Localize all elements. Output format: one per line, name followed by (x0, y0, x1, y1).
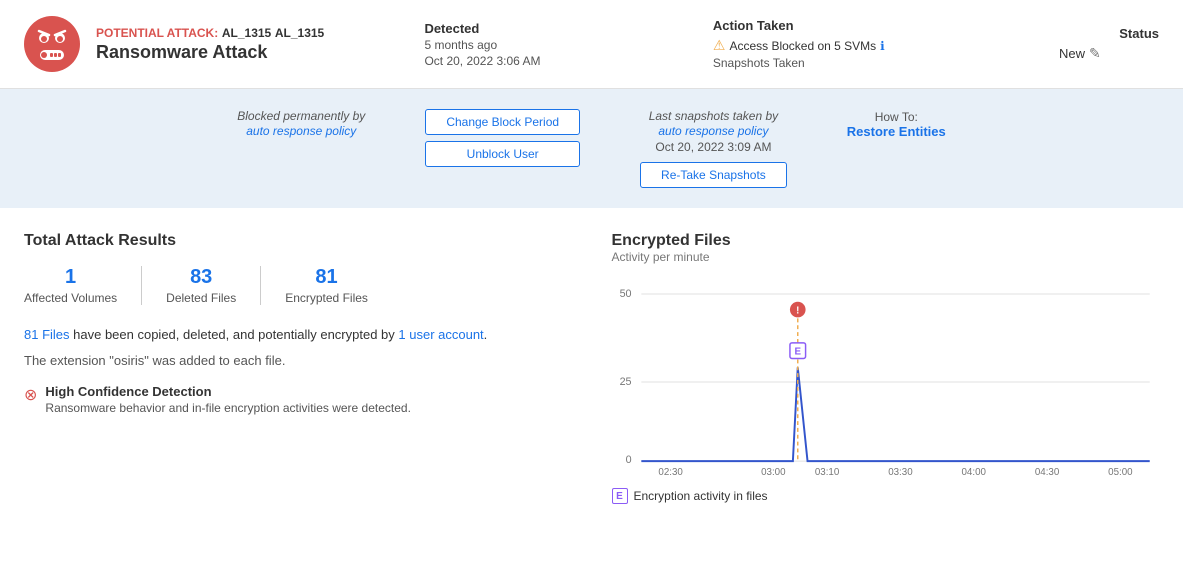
deleted-files-count: 83 (166, 266, 236, 289)
left-panel: Total Attack Results 1 Affected Volumes … (24, 232, 572, 504)
edit-icon[interactable]: ✎ (1089, 45, 1101, 62)
info-icon: ℹ (880, 39, 885, 53)
page-header: POTENTIAL ATTACK: AL_1315 AL_1315 Ransom… (0, 0, 1183, 89)
affected-volumes-stat: 1 Affected Volumes (24, 266, 142, 305)
blue-band: Blocked permanently by auto response pol… (0, 89, 1183, 208)
detected-label: Detected (424, 21, 712, 36)
confidence-content: High Confidence Detection Ransomware beh… (45, 384, 411, 415)
action-blocked: Access Blocked on 5 SVMs (729, 39, 876, 53)
affected-volumes-count: 1 (24, 266, 117, 289)
attack-logo (24, 16, 80, 72)
svg-text:03:00: 03:00 (761, 467, 786, 478)
svg-text:E: E (794, 347, 801, 358)
description-text: 81 Files have been copied, deleted, and … (24, 325, 572, 345)
extension-text: The extension "osiris" was added to each… (24, 353, 572, 368)
restore-entities-link[interactable]: Restore Entities (847, 124, 946, 139)
encrypted-files-label: Encrypted Files (285, 291, 368, 305)
how-to-label: How To: (875, 110, 918, 124)
potential-attack-label: POTENTIAL ATTACK: AL_1315 AL_1315 (96, 25, 384, 40)
affected-volumes-label: Affected Volumes (24, 291, 117, 305)
status-section: Status New ✎ (1059, 26, 1159, 62)
svg-text:02:30: 02:30 (658, 467, 683, 478)
results-title: Total Attack Results (24, 232, 572, 250)
svg-text:04:00: 04:00 (961, 467, 986, 478)
snapshot-link[interactable]: auto response policy (658, 124, 768, 138)
svg-text:0: 0 (625, 454, 631, 466)
chart-area: 50 25 0 02:30 03:00 03:10 03:30 04:00 04… (612, 280, 1160, 480)
stats-row: 1 Affected Volumes 83 Deleted Files 81 E… (24, 266, 572, 305)
files-link[interactable]: 81 Files (24, 327, 70, 342)
error-icon: ⊗ (24, 385, 37, 405)
detected-section: Detected 5 months ago Oct 20, 2022 3:06 … (384, 21, 712, 68)
attack-name: Ransomware Attack (96, 42, 384, 63)
warning-icon: ⚠ (713, 37, 726, 54)
svg-text:!: ! (796, 306, 799, 317)
auto-response-link[interactable]: auto response policy (246, 124, 356, 138)
legend-e-icon: E (612, 488, 628, 504)
snapshot-section: Last snapshots taken by auto response po… (640, 109, 787, 188)
unblock-user-button[interactable]: Unblock User (425, 141, 580, 167)
blocked-section: Blocked permanently by auto response pol… (237, 109, 365, 138)
potential-label: POTENTIAL ATTACK: (96, 26, 218, 40)
svg-text:03:10: 03:10 (814, 467, 839, 478)
right-panel: Encrypted Files Activity per minute 50 2… (612, 232, 1160, 504)
svg-text:50: 50 (619, 288, 631, 300)
blocked-label: Blocked permanently by (237, 109, 365, 123)
svg-text:05:00: 05:00 (1108, 467, 1133, 478)
encrypted-files-count: 81 (285, 266, 368, 289)
user-account-link[interactable]: 1 user account (398, 327, 483, 342)
confidence-title: High Confidence Detection (45, 384, 411, 399)
change-block-period-button[interactable]: Change Block Period (425, 109, 580, 135)
action-label: Action Taken (713, 18, 1059, 33)
svg-text:25: 25 (619, 376, 631, 388)
retake-snapshots-button[interactable]: Re-Take Snapshots (640, 162, 787, 188)
detected-date: Oct 20, 2022 3:06 AM (424, 54, 712, 68)
detected-ago: 5 months ago (424, 38, 712, 52)
status-value: New (1059, 46, 1085, 61)
chart-legend: E Encryption activity in files (612, 488, 1160, 504)
how-to-section: How To: Restore Entities (847, 109, 946, 139)
confidence-section: ⊗ High Confidence Detection Ransomware b… (24, 384, 572, 415)
svg-text:03:30: 03:30 (888, 467, 913, 478)
deleted-files-stat: 83 Deleted Files (142, 266, 261, 305)
snapshots-taken: Snapshots Taken (713, 56, 1059, 70)
status-label: Status (1059, 26, 1159, 41)
snapshot-date: Oct 20, 2022 3:09 AM (640, 140, 787, 154)
encrypted-files-stat: 81 Encrypted Files (261, 266, 392, 305)
deleted-files-label: Deleted Files (166, 291, 236, 305)
attack-id: AL_1315 (222, 26, 271, 40)
legend-label: Encryption activity in files (634, 489, 768, 503)
main-content: Total Attack Results 1 Affected Volumes … (0, 208, 1183, 528)
buttons-section: Change Block Period Unblock User (425, 109, 580, 167)
chart-title: Encrypted Files (612, 232, 1160, 250)
status-row: New ✎ (1059, 45, 1159, 62)
chart-subtitle: Activity per minute (612, 250, 1160, 264)
svg-text:04:30: 04:30 (1034, 467, 1059, 478)
snapshot-label: Last snapshots taken by (640, 109, 787, 123)
action-line: ⚠ Access Blocked on 5 SVMs ℹ (713, 37, 1059, 54)
action-section: Action Taken ⚠ Access Blocked on 5 SVMs … (713, 18, 1059, 70)
header-title-section: POTENTIAL ATTACK: AL_1315 AL_1315 Ransom… (96, 25, 384, 63)
chart-svg: 50 25 0 02:30 03:00 03:10 03:30 04:00 04… (612, 280, 1160, 480)
confidence-desc: Ransomware behavior and in-file encrypti… (45, 401, 411, 415)
